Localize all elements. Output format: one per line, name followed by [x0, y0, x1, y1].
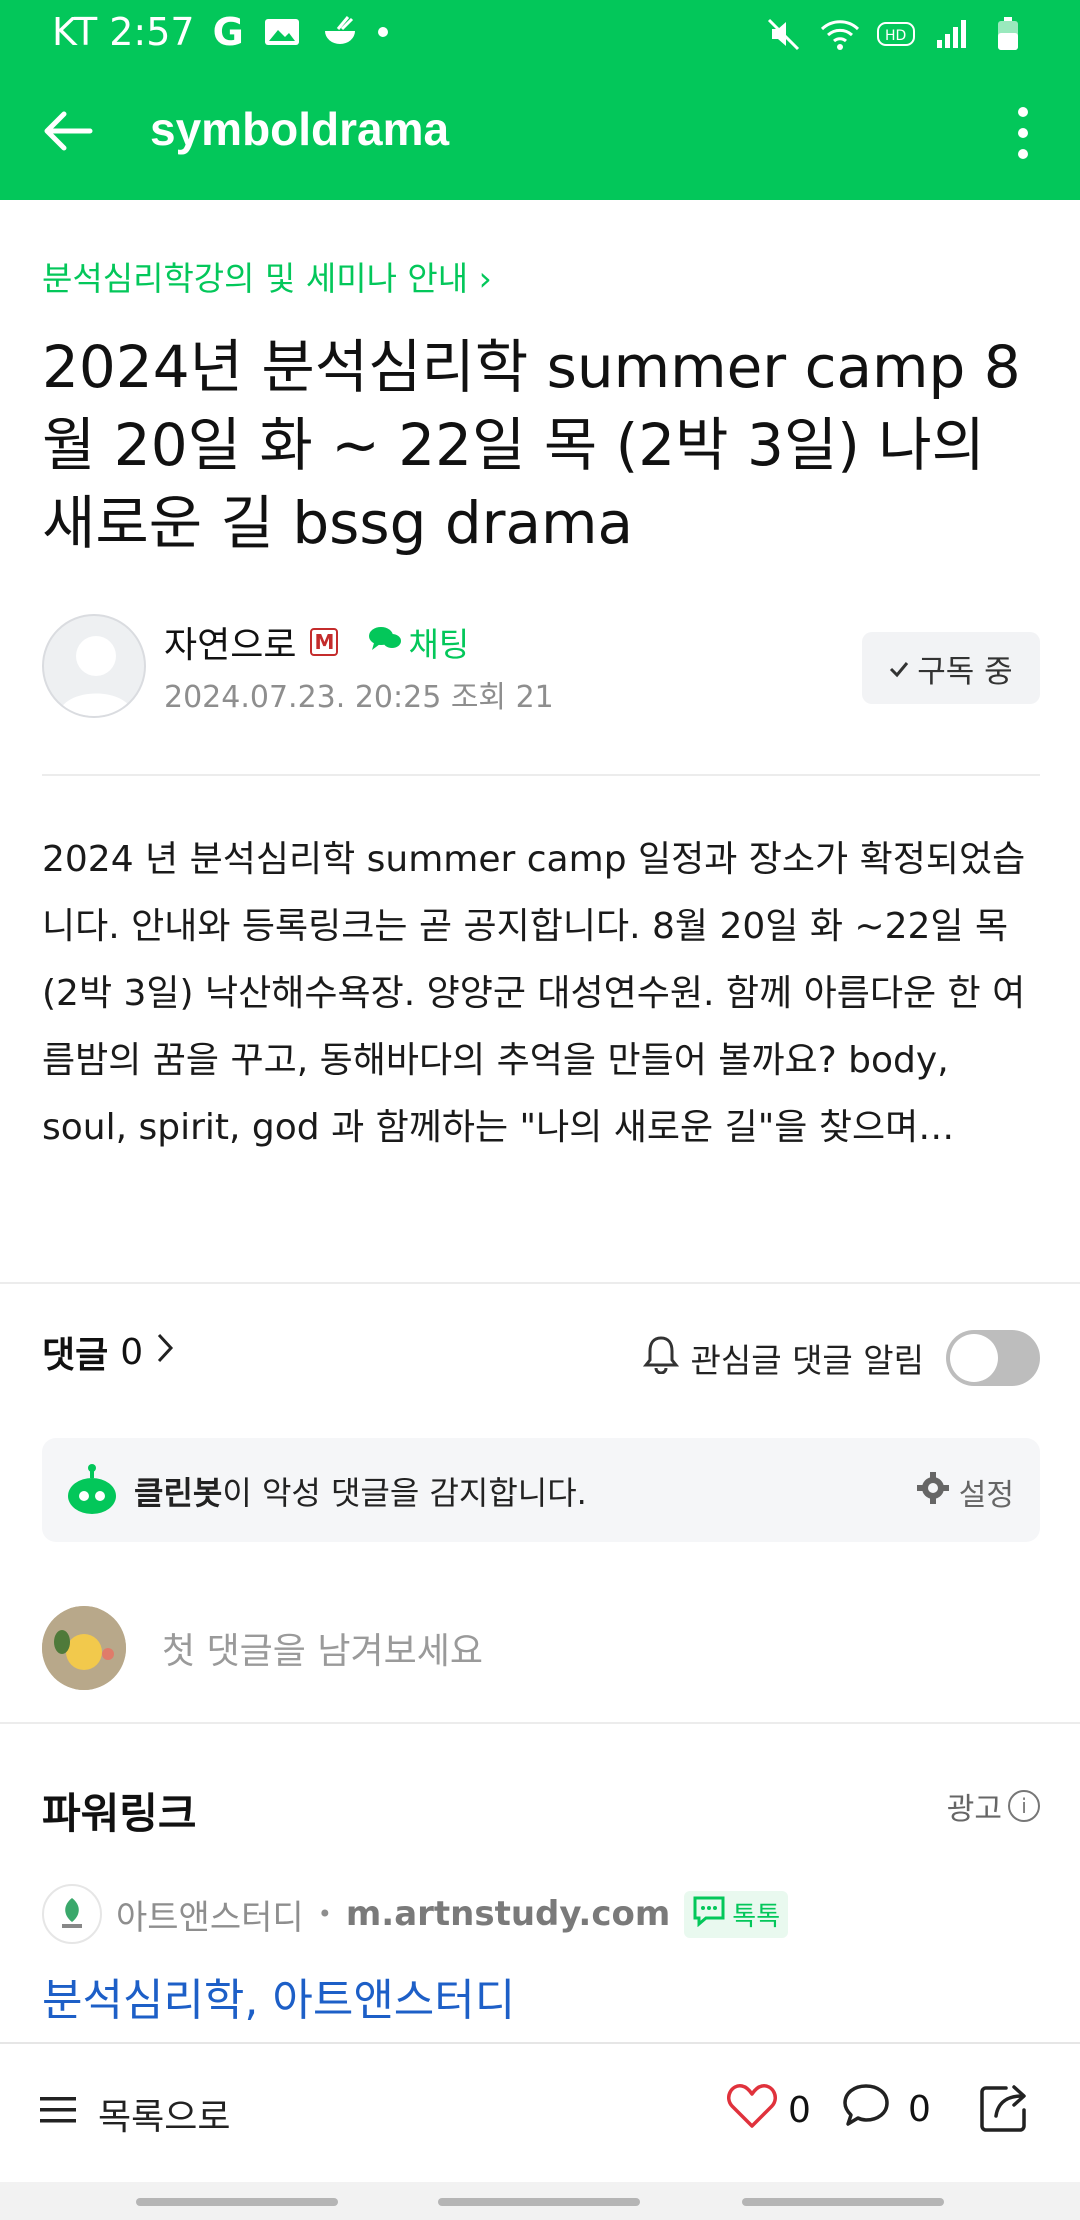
divider — [0, 1282, 1080, 1284]
heart-icon — [726, 2082, 778, 2139]
like-count: 0 — [788, 2090, 811, 2131]
ad-headline-link[interactable]: 분석심리학, 아트앤스터디 — [42, 1964, 515, 2028]
comments-link[interactable]: 댓글 0 — [42, 1326, 175, 1378]
status-bar: KT 2:57 G HD — [0, 0, 1080, 70]
gallery-icon — [262, 12, 302, 52]
cleanbot-icon — [66, 1464, 118, 1516]
post-meta: 2024.07.23. 20:25 조회 21 — [164, 680, 554, 715]
top-bar: KT 2:57 G HD symboldrama — [0, 0, 1080, 200]
cleanbot-name: 클린봇 — [134, 1474, 223, 1512]
info-icon: i — [1008, 1790, 1040, 1822]
author-name[interactable]: 자연으로 — [164, 616, 296, 668]
comment-alert-toggle[interactable] — [946, 1330, 1040, 1386]
divider — [42, 774, 1040, 776]
divider — [0, 1722, 1080, 1724]
wifi-icon — [820, 14, 860, 54]
cleanbot-settings-button[interactable]: 설정 — [916, 1470, 1014, 1514]
comment-button[interactable]: 0 — [842, 2082, 931, 2137]
cleanbot-banner: 클린봇이 악성 댓글을 감지합니다. 설정 — [42, 1438, 1040, 1542]
nav-pill-right[interactable] — [742, 2198, 944, 2206]
post-title: 2024년 분석심리학 summer camp 8월 20일 화 ~ 22일 목… — [42, 333, 1021, 557]
separator: • — [317, 1900, 332, 1928]
advertiser-name: 아트앤스터디 — [116, 1897, 304, 1938]
advertiser-row[interactable]: 아트앤스터디 • m.artnstudy.com 톡톡 — [42, 1884, 789, 1944]
talk-icon — [692, 1895, 726, 1934]
hd-icon: HD — [876, 14, 916, 54]
talk-badge[interactable]: 톡톡 — [684, 1890, 789, 1938]
chat-label: 채팅 — [408, 625, 470, 664]
author-avatar[interactable] — [42, 614, 146, 718]
more-vert-icon[interactable] — [1008, 100, 1038, 166]
cleanbot-message: 클린봇이 악성 댓글을 감지합니다. — [134, 1468, 587, 1514]
bowl-icon — [320, 12, 360, 52]
back-arrow-icon[interactable] — [38, 100, 100, 162]
comments-label: 댓글 — [42, 1335, 109, 1376]
share-icon[interactable] — [976, 2080, 1032, 2136]
breadcrumb[interactable]: 분석심리학강의 및 세미나 안내 › — [42, 252, 492, 300]
advertiser-logo — [42, 1884, 102, 1944]
list-label: 목록으로 — [98, 2097, 231, 2138]
back-to-list-button[interactable]: 목록으로 — [40, 2088, 230, 2140]
bell-icon — [642, 1334, 679, 1382]
comment-icon — [842, 2082, 890, 2137]
comment-count: 0 — [908, 2089, 931, 2130]
check-icon — [889, 650, 909, 686]
chat-bubble-icon — [368, 623, 402, 662]
dot-icon — [377, 27, 388, 37]
author-row: 자연으로 M 채팅 — [164, 616, 469, 668]
subscribe-button[interactable]: 구독 중 — [862, 632, 1040, 704]
ad-label[interactable]: 광고 i — [947, 1784, 1040, 1828]
settings-label: 설정 — [958, 1478, 1014, 1513]
app-bar: symboldrama — [0, 70, 1080, 200]
cleanbot-text: 이 악성 댓글을 감지합니다. — [222, 1474, 587, 1512]
talk-label: 톡톡 — [732, 1901, 781, 1932]
app-title: symboldrama — [150, 103, 450, 155]
menu-icon — [40, 2094, 76, 2135]
system-nav-bar — [0, 2182, 1080, 2220]
ad-label-text: 광고 — [946, 1792, 1002, 1827]
svg-text:HD: HD — [885, 28, 906, 44]
advertiser-url: m.artnstudy.com — [345, 1894, 671, 1934]
battery-icon — [988, 14, 1028, 54]
chevron-right-icon — [155, 1331, 175, 1374]
nav-pill-center[interactable] — [438, 2198, 640, 2206]
comment-alert-row: 관심글 댓글 알림 — [642, 1330, 1040, 1386]
my-avatar — [42, 1606, 126, 1690]
subscribe-label: 구독 중 — [917, 653, 1013, 690]
carrier-time: KT 2:57 — [52, 10, 195, 54]
like-button[interactable]: 0 — [726, 2082, 811, 2139]
comment-input[interactable]: 첫 댓글을 남겨보세요 — [162, 1622, 483, 1674]
bottom-action-bar: 목록으로 0 0 — [0, 2042, 1080, 2182]
powerlink-title: 파워링크 — [42, 1789, 197, 1838]
member-badge: M — [310, 628, 339, 656]
comments-count: 0 — [120, 1331, 144, 1373]
nav-pill-left[interactable] — [136, 2198, 338, 2206]
gear-icon — [916, 1472, 949, 1512]
post-body: 2024 년 분석심리학 summer camp 일정과 장소가 확정되었습니다… — [42, 839, 1026, 1148]
alert-label: 관심글 댓글 알림 — [690, 1341, 925, 1380]
chat-button[interactable]: 채팅 — [368, 618, 469, 666]
mute-icon — [764, 14, 804, 54]
signal-icon — [932, 14, 972, 54]
google-icon: G — [212, 10, 244, 54]
